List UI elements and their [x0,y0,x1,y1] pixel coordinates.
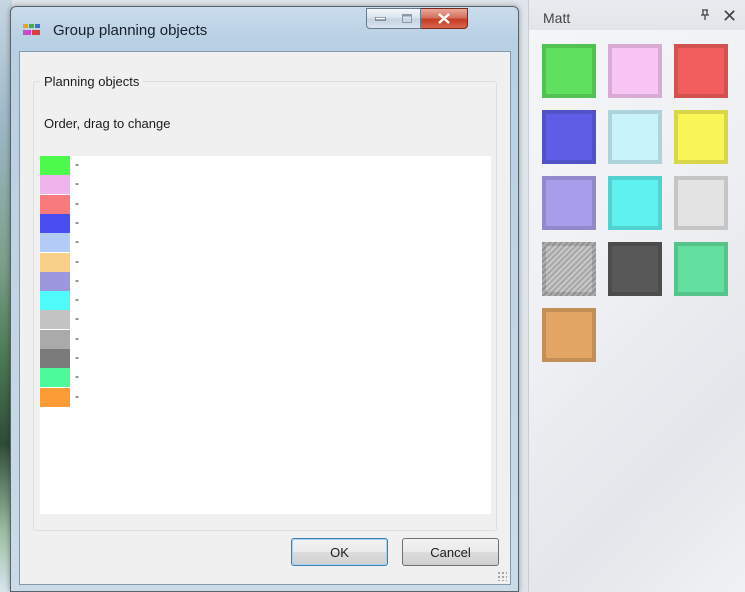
list-item[interactable]: - [40,349,240,368]
list-item-label: - [75,350,79,364]
color-tile[interactable] [542,110,596,164]
panel-title: Matt [543,10,571,26]
color-swatch [40,213,70,233]
color-swatch [40,387,70,407]
dialog-client-area: Planning objects Order, drag to change -… [19,51,511,585]
list-item[interactable]: - [40,291,240,311]
color-tile[interactable] [542,308,596,362]
color-swatch [40,329,70,349]
list-item[interactable]: - [40,368,240,388]
list-item-label: - [75,388,79,403]
list-item[interactable]: - [40,194,240,214]
panel-close-icon[interactable]: ✕ [722,6,737,27]
list-item-label: - [75,369,79,384]
color-swatch [40,291,70,311]
color-swatch [40,156,70,175]
color-tile[interactable] [674,110,728,164]
color-tile[interactable] [608,242,662,296]
minimize-icon [375,16,386,20]
window-title: Group planning objects [53,22,208,39]
list-item[interactable]: - [40,213,240,233]
list-item-label: - [75,292,79,307]
list-item[interactable]: - [40,310,240,330]
matt-panel: Matt ✕ [528,0,745,592]
list-item[interactable]: - [40,271,240,291]
list-item[interactable]: - [40,175,240,195]
list-item-label: - [75,272,79,287]
planning-object-order-list[interactable]: - - - - - - - - - - - - - [40,156,491,514]
group-planning-dialog: Group planning objects Planning objects … [10,6,519,592]
title-bar[interactable]: Group planning objects [11,7,518,51]
panel-header: Matt ✕ [529,0,745,30]
color-swatch [40,252,70,272]
maximize-button[interactable] [394,8,421,29]
close-button[interactable] [421,8,468,29]
resize-grip[interactable] [497,571,507,581]
color-swatch [40,233,70,253]
color-tile[interactable] [542,176,596,230]
color-tile[interactable] [674,176,728,230]
color-swatch [40,194,70,214]
list-item[interactable]: - [40,233,240,253]
color-tile[interactable] [542,44,596,98]
list-item-label: - [75,214,79,229]
color-swatch [40,349,70,368]
list-item-label: - [75,176,79,191]
list-item-label: - [75,234,79,249]
color-tile[interactable] [542,242,596,296]
list-item-label: - [75,253,79,268]
color-tile[interactable] [674,242,728,296]
cancel-button[interactable]: Cancel [402,538,499,566]
list-item-label: - [75,330,79,345]
list-item[interactable]: - [40,156,240,175]
list-item-label: - [75,311,79,326]
color-swatch [40,271,70,291]
groupbox-label: Planning objects [40,74,144,89]
color-swatch [40,368,70,388]
order-instruction: Order, drag to change [44,116,171,131]
list-item-label: - [75,157,79,171]
list-item[interactable]: - [40,387,240,407]
color-tile[interactable] [674,44,728,98]
color-swatch [40,175,70,195]
color-swatch [40,310,70,330]
color-tile[interactable] [608,44,662,98]
list-item[interactable]: - [40,252,240,272]
minimize-button[interactable] [366,8,395,29]
list-item[interactable]: - [40,329,240,349]
color-tile[interactable] [608,110,662,164]
color-tile[interactable] [608,176,662,230]
ok-button[interactable]: OK [291,538,388,566]
pin-icon[interactable] [700,9,710,21]
app-icon [23,24,40,35]
close-icon [438,13,450,24]
list-item-label: - [75,195,79,210]
maximize-icon [402,14,412,23]
